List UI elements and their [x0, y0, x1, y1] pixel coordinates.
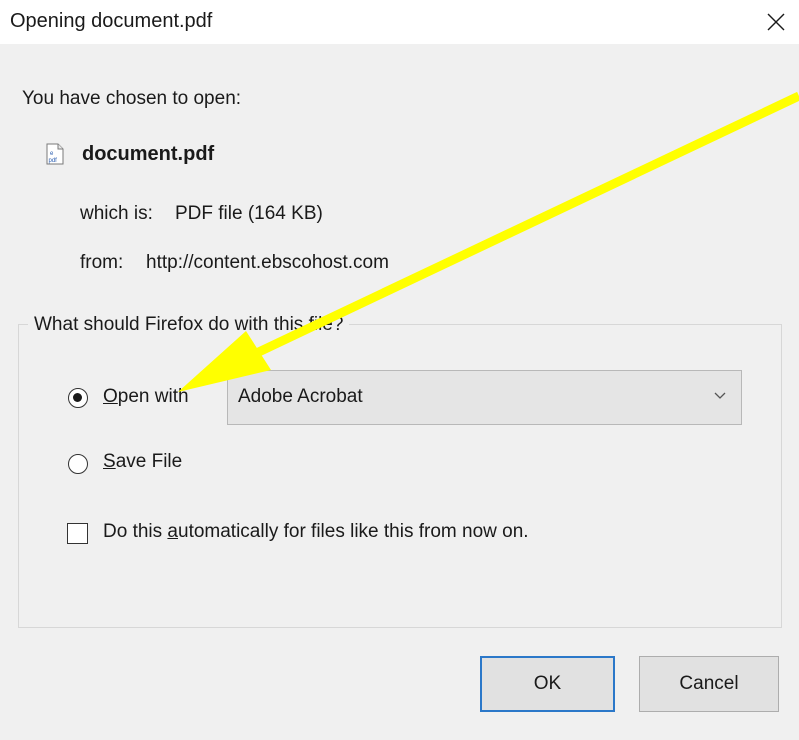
chevron-down-icon: [714, 392, 726, 399]
source-url: http://content.ebscohost.com: [146, 252, 389, 273]
action-group-legend: What should Firefox do with this file?: [28, 314, 350, 336]
from-label: from:: [80, 252, 124, 273]
application-select-value: Adobe Acrobat: [238, 386, 363, 407]
auto-action-accesskey: a: [167, 521, 178, 542]
file-name: document.pdf: [82, 143, 215, 165]
open-with-label[interactable]: Open with: [103, 386, 189, 408]
file-type-value: PDF file (164 KB): [175, 203, 323, 224]
save-file-accesskey: S: [103, 451, 116, 472]
close-icon: [767, 13, 784, 31]
which-is-label: which is:: [80, 203, 153, 224]
intro-text: You have chosen to open:: [22, 88, 242, 109]
svg-text:pdf: pdf: [49, 158, 58, 164]
cancel-button[interactable]: Cancel: [639, 656, 779, 712]
open-file-dialog: Opening document.pdf You have chosen to …: [0, 0, 799, 740]
pdf-file-icon: e pdf: [46, 143, 64, 165]
open-with-radio[interactable]: [68, 388, 88, 408]
save-file-label-rest: ave File: [115, 451, 183, 472]
application-select[interactable]: Adobe Acrobat: [227, 370, 742, 425]
auto-action-checkbox[interactable]: [67, 523, 88, 544]
auto-action-label-end: utomatically for files like this from no…: [178, 521, 529, 542]
save-file-radio[interactable]: [68, 454, 88, 474]
save-file-label[interactable]: Save File: [103, 451, 182, 473]
title-bar: Opening document.pdf: [0, 0, 799, 44]
window-title: Opening document.pdf: [10, 10, 213, 32]
close-button[interactable]: [752, 0, 799, 44]
auto-action-label-start: Do this: [103, 521, 168, 542]
open-with-label-rest: pen with: [117, 386, 189, 407]
open-with-accesskey: O: [103, 386, 118, 407]
ok-button[interactable]: OK: [480, 656, 615, 712]
auto-action-label[interactable]: Do this automatically for files like thi…: [103, 521, 529, 543]
